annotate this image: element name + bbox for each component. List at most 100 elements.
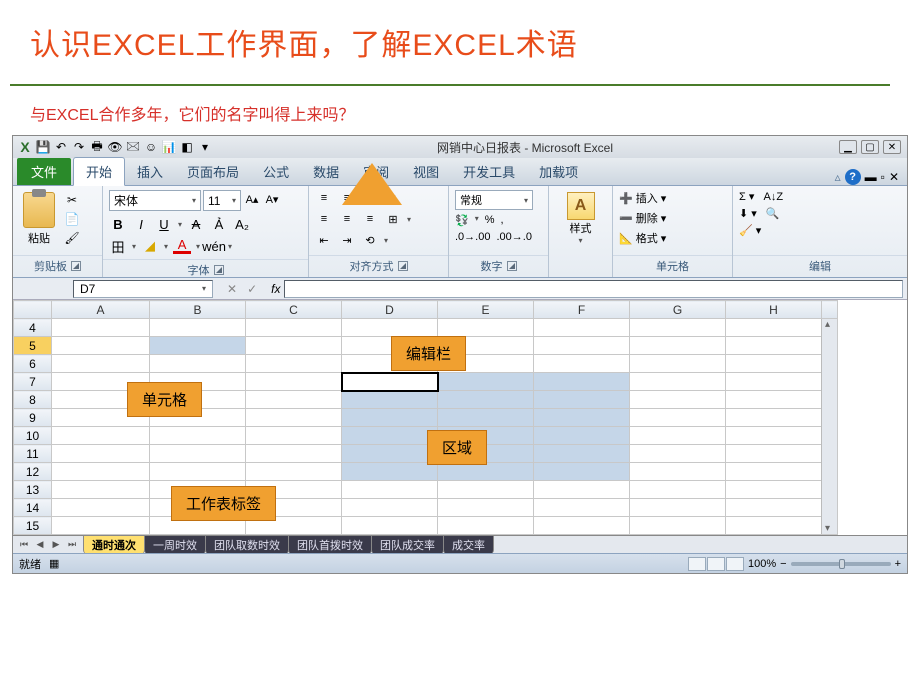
col-header-D[interactable]: D bbox=[342, 301, 438, 319]
mail-icon[interactable]: 🖂 bbox=[125, 139, 141, 155]
number-format-select[interactable]: 常规▾ bbox=[455, 190, 533, 210]
underline-more[interactable]: ▾ bbox=[178, 220, 182, 229]
sheet-nav-last[interactable]: ⏭ bbox=[65, 538, 79, 552]
percent-icon[interactable]: % bbox=[485, 214, 495, 227]
name-box[interactable]: D7▾ bbox=[73, 280, 213, 298]
sheet-tab[interactable]: 团队首拨时效 bbox=[288, 535, 372, 553]
macro-icon[interactable]: ▦ bbox=[49, 557, 59, 570]
format-painter-icon[interactable]: 🖌 bbox=[63, 230, 81, 246]
redo-icon[interactable]: ↷ bbox=[71, 139, 87, 155]
doc-minimize-icon[interactable]: ▬ bbox=[865, 170, 877, 184]
zoom-value[interactable]: 100% bbox=[748, 558, 776, 570]
row-header[interactable]: 10 bbox=[14, 427, 52, 445]
preview-icon[interactable]: 👁 bbox=[107, 139, 123, 155]
cell-D7[interactable] bbox=[342, 373, 438, 391]
sheet-nav-prev[interactable]: ◀ bbox=[33, 538, 47, 552]
select-all-corner[interactable] bbox=[14, 301, 52, 319]
row-header[interactable]: 12 bbox=[14, 463, 52, 481]
align-left-icon[interactable]: ≡ bbox=[315, 211, 333, 227]
number-launcher[interactable] bbox=[507, 261, 517, 271]
zoom-slider[interactable] bbox=[791, 562, 891, 566]
row-header[interactable]: 14 bbox=[14, 499, 52, 517]
save-icon[interactable]: 💾 bbox=[35, 139, 51, 155]
minimize-ribbon-icon[interactable]: ▵ bbox=[835, 170, 841, 184]
col-header-A[interactable]: A bbox=[52, 301, 150, 319]
align-right-icon[interactable]: ≡ bbox=[361, 211, 379, 227]
cell-styles-button[interactable]: A 样式 ▾ bbox=[561, 190, 601, 247]
row-header[interactable]: 9 bbox=[14, 409, 52, 427]
underline-button[interactable]: U bbox=[155, 215, 173, 233]
col-header-G[interactable]: G bbox=[630, 301, 726, 319]
sheet-nav-first[interactable]: ⏮ bbox=[17, 538, 31, 552]
print-icon[interactable]: 🖶 bbox=[89, 139, 105, 155]
sheet-tab[interactable]: 成交率 bbox=[443, 535, 494, 553]
vertical-scrollbar[interactable] bbox=[821, 319, 837, 534]
strike-button[interactable]: A bbox=[187, 215, 205, 233]
sheet-tab[interactable]: 团队取数时效 bbox=[205, 535, 289, 553]
phonetic-button[interactable]: wén bbox=[205, 237, 223, 255]
align-top-icon[interactable]: ≡ bbox=[315, 190, 333, 206]
indent-dec-icon[interactable]: ⇤ bbox=[315, 232, 333, 248]
font-size-select[interactable]: 11▾ bbox=[203, 190, 241, 211]
qat-more-icon[interactable]: ▾ bbox=[197, 139, 213, 155]
row-header[interactable]: 8 bbox=[14, 391, 52, 409]
cell-B5[interactable] bbox=[150, 337, 246, 355]
tab-insert[interactable]: 插入 bbox=[125, 158, 175, 185]
zoom-out-button[interactable]: − bbox=[780, 558, 786, 570]
fx-icon[interactable]: fx bbox=[267, 282, 284, 296]
merge-icon[interactable]: ⊞ bbox=[384, 211, 402, 227]
row-header[interactable]: 7 bbox=[14, 373, 52, 391]
bold-button[interactable]: B bbox=[109, 215, 127, 233]
row-header[interactable]: 4 bbox=[14, 319, 52, 337]
close-button[interactable]: ✕ bbox=[883, 140, 901, 154]
col-header-E[interactable]: E bbox=[438, 301, 534, 319]
super-button[interactable]: Ả bbox=[210, 215, 228, 233]
sheet-tab-active[interactable]: 通时通次 bbox=[83, 535, 145, 553]
tab-formulas[interactable]: 公式 bbox=[251, 158, 301, 185]
pane-icon[interactable]: ◧ bbox=[179, 139, 195, 155]
tab-developer[interactable]: 开发工具 bbox=[451, 158, 527, 185]
shrink-font-icon[interactable]: A▾ bbox=[263, 190, 281, 208]
sum-button[interactable]: Σ ▾ A↓Z bbox=[739, 190, 783, 203]
paste-button[interactable]: 粘贴 bbox=[19, 190, 59, 248]
currency-icon[interactable]: 💱 bbox=[455, 214, 469, 227]
cut-icon[interactable]: ✂ bbox=[63, 192, 81, 208]
view-normal-icon[interactable] bbox=[688, 557, 706, 571]
row-header[interactable]: 11 bbox=[14, 445, 52, 463]
row-header[interactable]: 15 bbox=[14, 517, 52, 535]
row-header[interactable]: 5 bbox=[14, 337, 52, 355]
sheet-nav-next[interactable]: ▶ bbox=[49, 538, 63, 552]
col-header-H[interactable]: H bbox=[726, 301, 822, 319]
italic-button[interactable]: I bbox=[132, 215, 150, 233]
col-header-B[interactable]: B bbox=[150, 301, 246, 319]
row-header[interactable]: 6 bbox=[14, 355, 52, 373]
dec-decimal-icon[interactable]: .00→.0 bbox=[496, 231, 531, 243]
restore-button[interactable]: ▢ bbox=[861, 140, 879, 154]
tab-home[interactable]: 开始 bbox=[73, 157, 125, 186]
align-center-icon[interactable]: ≡ bbox=[338, 211, 356, 227]
copy-icon[interactable]: 📄 bbox=[63, 211, 81, 227]
undo-icon[interactable]: ↶ bbox=[53, 139, 69, 155]
clear-button[interactable]: 🧹 ▾ bbox=[739, 224, 783, 237]
sheet-tab[interactable]: 团队成交率 bbox=[371, 535, 444, 553]
doc-close-icon[interactable]: ✕ bbox=[889, 170, 899, 184]
font-name-select[interactable]: 宋体▾ bbox=[109, 190, 201, 211]
sort-icon[interactable]: A↓Z bbox=[764, 191, 784, 203]
cancel-formula-icon[interactable]: ✕ bbox=[227, 282, 237, 296]
indent-inc-icon[interactable]: ⇥ bbox=[338, 232, 356, 248]
alignment-launcher[interactable] bbox=[398, 261, 408, 271]
comma-icon[interactable]: , bbox=[501, 214, 504, 227]
font-launcher[interactable] bbox=[214, 265, 224, 275]
fill-down-button[interactable]: ⬇ ▾ 🔍 bbox=[739, 207, 783, 220]
font-color-button[interactable]: A bbox=[173, 239, 191, 254]
tab-addins[interactable]: 加载项 bbox=[527, 158, 590, 185]
zoom-in-button[interactable]: + bbox=[895, 558, 901, 570]
file-tab[interactable]: 文件 bbox=[17, 158, 71, 185]
formula-input[interactable] bbox=[284, 280, 903, 298]
inc-decimal-icon[interactable]: .0→.00 bbox=[455, 231, 490, 243]
tab-page-layout[interactable]: 页面布局 bbox=[175, 158, 251, 185]
sub-button[interactable]: A₂ bbox=[233, 215, 251, 233]
find-icon[interactable]: 🔍 bbox=[766, 207, 780, 220]
view-layout-icon[interactable] bbox=[707, 557, 725, 571]
sheet-tab[interactable]: 一周时效 bbox=[144, 535, 206, 553]
